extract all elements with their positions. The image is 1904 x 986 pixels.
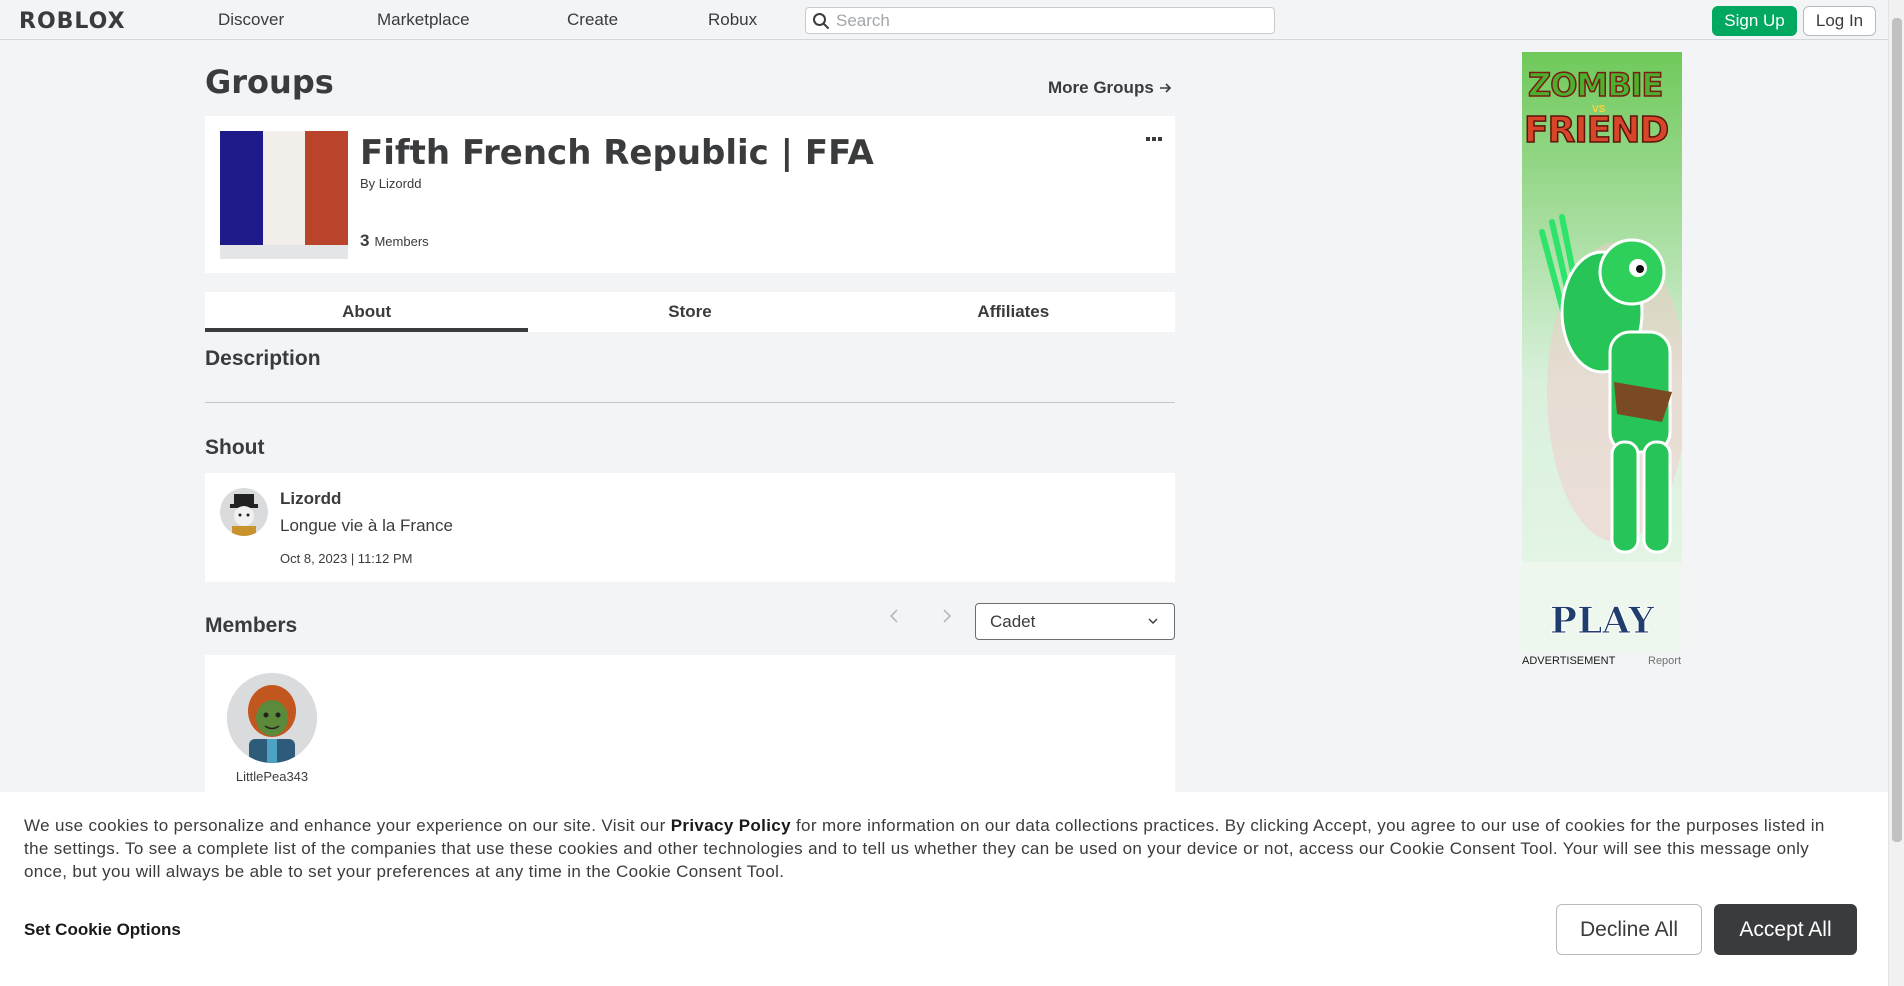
ellipsis-icon[interactable] [1145, 130, 1163, 146]
search-input[interactable] [836, 10, 1266, 31]
group-by-prefix: By [360, 176, 376, 191]
accept-all-button[interactable]: Accept All [1714, 904, 1857, 955]
flag-stripe-white [263, 131, 305, 245]
ad-title-line1: ZOMBIE [1527, 65, 1664, 105]
page-scrollbar[interactable] [1888, 0, 1904, 986]
shout-heading: Shout [205, 436, 265, 459]
advertisement-label: ADVERTISEMENT [1522, 655, 1616, 667]
group-member-count: 3 Members [360, 231, 429, 251]
set-cookie-options-link[interactable]: Set Cookie Options [24, 920, 181, 940]
rank-dropdown[interactable]: Cadet [975, 603, 1175, 640]
rank-selected-value: Cadet [990, 611, 1036, 631]
shout-card: Lizordd Longue vie à la France Oct 8, 20… [205, 473, 1175, 582]
section-divider [205, 402, 1175, 403]
sign-up-button[interactable]: Sign Up [1712, 6, 1797, 36]
flag-stripe-blue [220, 131, 263, 245]
page-title: Groups [205, 63, 334, 101]
ad-play-button[interactable]: PLAY [1522, 600, 1682, 643]
members-heading: Members [205, 614, 298, 637]
log-in-button[interactable]: Log In [1803, 6, 1876, 36]
tab-about[interactable]: About [205, 292, 529, 332]
members-list: LittlePea343 [205, 655, 1175, 795]
top-navigation-bar: ROBLOX Discover Marketplace Create Robux… [0, 0, 1888, 40]
search-icon[interactable] [806, 8, 836, 33]
member-count-label: Members [374, 234, 429, 249]
scrollbar-thumb[interactable] [1892, 18, 1902, 842]
ad-title-line2: FRIEND [1523, 109, 1670, 152]
arrow-right-icon [1159, 83, 1171, 93]
advertisement-banner[interactable]: ZOMBIE VS FRIEND PLAY [1522, 52, 1682, 652]
chevron-right-icon[interactable] [941, 608, 953, 629]
more-groups-label: More Groups [1048, 78, 1154, 97]
privacy-policy-link[interactable]: Privacy Policy [671, 816, 791, 835]
cookie-consent-banner: We use cookies to personalize and enhanc… [0, 792, 1888, 986]
nav-marketplace[interactable]: Marketplace [377, 10, 470, 30]
tab-affiliates[interactable]: Affiliates [852, 292, 1175, 332]
nav-robux[interactable]: Robux [708, 10, 757, 30]
chevron-down-icon [1146, 613, 1160, 633]
list-item[interactable]: LittlePea343 [227, 673, 317, 784]
group-header-card: Fifth French Republic | FFA By Lizordd 3… [205, 116, 1175, 273]
avatar[interactable] [227, 673, 317, 763]
member-count-number: 3 [360, 231, 370, 250]
member-name[interactable]: LittlePea343 [227, 769, 317, 784]
decline-all-button[interactable]: Decline All [1556, 904, 1702, 955]
shout-message: Longue vie à la France [280, 516, 453, 535]
cookie-message: We use cookies to personalize and enhanc… [24, 814, 1854, 883]
flag-stripe-red [305, 131, 348, 245]
group-name: Fifth French Republic | FFA [360, 133, 874, 173]
group-owner-link[interactable]: Lizordd [379, 176, 422, 191]
roblox-logo[interactable]: ROBLOX [19, 9, 126, 34]
description-heading: Description [205, 347, 321, 370]
ad-report-link[interactable]: Report [1648, 655, 1681, 667]
ad-zombie-character [1539, 214, 1682, 554]
more-groups-link[interactable]: More Groups [1048, 78, 1172, 98]
group-tabs: About Store Affiliates [205, 292, 1175, 332]
group-owner-line: By Lizordd [360, 176, 421, 191]
shout-timestamp: Oct 8, 2023 | 11:12 PM [280, 551, 413, 566]
nav-create[interactable]: Create [567, 10, 618, 30]
group-emblem [220, 131, 348, 259]
nav-discover[interactable]: Discover [218, 10, 284, 30]
avatar[interactable] [220, 488, 268, 536]
chevron-left-icon[interactable] [888, 608, 900, 629]
cookie-text-before: We use cookies to personalize and enhanc… [24, 816, 671, 835]
tab-store[interactable]: Store [528, 292, 851, 332]
search-box [805, 7, 1275, 34]
shout-username[interactable]: Lizordd [280, 489, 341, 509]
